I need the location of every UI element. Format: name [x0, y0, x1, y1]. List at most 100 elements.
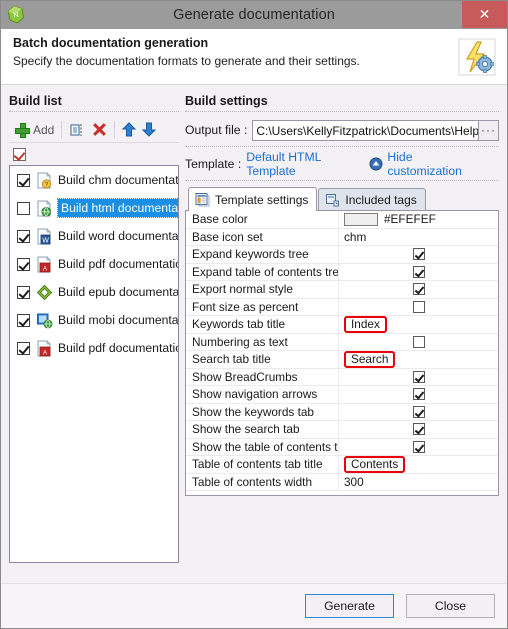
move-up-button[interactable]	[119, 119, 139, 141]
grid-row-value[interactable]: Contents	[338, 455, 498, 473]
grid-row-value[interactable]: Search	[338, 350, 498, 368]
grid-row-value[interactable]	[338, 368, 498, 385]
grid-row[interactable]: Table of contents tab title Contents	[186, 455, 498, 474]
grid-row-value[interactable]	[338, 263, 498, 280]
grid-row-value[interactable]	[338, 403, 498, 420]
list-item[interactable]: ? Build chm documentation	[10, 166, 178, 194]
list-item-label: Build chm documentation	[58, 173, 179, 187]
grid-row[interactable]: Numbering as text	[186, 333, 498, 351]
grid-row[interactable]: Base icon set chm	[186, 228, 498, 246]
delete-build-button[interactable]	[88, 119, 110, 141]
grid-row[interactable]: Base color #EFEFEF	[186, 211, 498, 229]
grid-row-value[interactable]: 300	[338, 473, 498, 490]
grid-row[interactable]: Font size as percent	[186, 298, 498, 316]
build-list-panel: Build list Add ? Build chm documentat Bu…	[1, 86, 179, 583]
grid-row-name: Show navigation arrows	[192, 387, 318, 402]
grid-row[interactable]: Export normal style	[186, 281, 498, 299]
close-window-button[interactable]: ✕	[462, 1, 507, 28]
grid-row-value[interactable]: #EFEFEF	[338, 211, 498, 228]
check-all-icon[interactable]	[13, 148, 26, 161]
toolbar-divider	[61, 121, 63, 138]
grid-row[interactable]: Search tab title Search	[186, 350, 498, 369]
grid-checkbox[interactable]	[412, 335, 425, 348]
build-item-checkbox[interactable]	[17, 229, 30, 243]
grid-row-value[interactable]: chm	[338, 228, 498, 245]
build-settings-panel: Build settings Output file : C:\Users\Ke…	[179, 86, 507, 583]
base-color-swatch[interactable]	[344, 212, 378, 226]
grid-row-value[interactable]	[338, 438, 498, 455]
grid-checkbox[interactable]	[412, 405, 425, 418]
grid-row[interactable]: Table of contents width 300	[186, 473, 498, 491]
grid-row-value[interactable]	[338, 246, 498, 263]
svg-text:W: W	[42, 237, 49, 244]
build-list[interactable]: ? Build chm documentation Build html doc…	[9, 165, 179, 563]
grid-checkbox[interactable]	[412, 248, 425, 261]
grid-row-name: Font size as percent	[192, 299, 299, 314]
grid-checkbox[interactable]	[412, 265, 425, 278]
move-down-button[interactable]	[139, 119, 159, 141]
browse-output-file-button[interactable]: ···	[479, 119, 499, 141]
build-item-checkbox[interactable]	[17, 341, 30, 355]
build-item-checkbox[interactable]	[17, 201, 30, 215]
build-item-checkbox[interactable]	[17, 285, 30, 299]
build-list-toolbar: Add	[9, 117, 179, 143]
grid-row-value[interactable]	[338, 421, 498, 438]
grid-checkbox[interactable]	[412, 423, 425, 436]
grid-row-name: Search tab title	[192, 352, 271, 367]
build-list-title: Build list	[9, 94, 179, 112]
list-item-label: Build pdf documentation	[58, 341, 179, 355]
list-item[interactable]: Build mobi documentation	[10, 306, 178, 334]
tab-label: Template settings	[215, 192, 309, 207]
search-tab-title-value[interactable]: Search	[344, 350, 396, 368]
toggle-customization-link[interactable]: Hide customization	[387, 150, 487, 178]
grid-checkbox[interactable]	[412, 300, 425, 313]
list-item[interactable]: A Build pdf documentation	[10, 250, 178, 278]
grid-row-value[interactable]	[338, 281, 498, 298]
build-item-checkbox[interactable]	[17, 313, 30, 327]
template-link[interactable]: Default HTML Template	[246, 150, 369, 178]
list-item[interactable]: W Build word documentation	[10, 222, 178, 250]
divider-2	[185, 180, 499, 181]
grid-row[interactable]: Show BreadCrumbs	[186, 368, 498, 386]
grid-row[interactable]: Keywords tab title Index	[186, 315, 498, 334]
grid-checkbox[interactable]	[412, 440, 425, 453]
grid-row-value[interactable]: Index	[338, 315, 498, 333]
grid-row[interactable]: Show navigation arrows	[186, 386, 498, 404]
grid-checkbox[interactable]	[412, 388, 425, 401]
add-build-button[interactable]: Add	[11, 119, 57, 141]
build-item-checkbox[interactable]	[17, 257, 30, 271]
grid-row-value[interactable]	[338, 333, 498, 350]
grid-row[interactable]: Show the table of contents tab	[186, 438, 498, 456]
grid-row-value[interactable]	[338, 386, 498, 403]
build-item-checkbox[interactable]	[17, 173, 30, 187]
list-item[interactable]: Build epub documentation	[10, 278, 178, 306]
generate-button[interactable]: Generate	[305, 594, 394, 618]
tab-included-tags[interactable]: Included tags	[318, 188, 426, 211]
grid-checkbox[interactable]	[412, 370, 425, 383]
grid-row[interactable]: Expand table of contents tree	[186, 263, 498, 281]
add-build-label: Add	[33, 122, 55, 137]
grid-row-name: Table of contents tab title	[192, 457, 323, 472]
close-button[interactable]: Close	[406, 594, 495, 618]
html-doc-icon	[36, 199, 53, 217]
plus-icon	[14, 122, 30, 138]
keywords-tab-title-value[interactable]: Index	[344, 315, 387, 333]
grid-row[interactable]: Show the search tab	[186, 421, 498, 439]
collapse-up-icon[interactable]	[369, 157, 383, 171]
grid-row[interactable]: Expand keywords tree	[186, 246, 498, 264]
tab-template-settings[interactable]: Template settings	[188, 187, 318, 211]
duplicate-icon	[69, 122, 85, 138]
included-tags-icon	[325, 193, 340, 208]
output-file-input[interactable]: C:\Users\KellyFitzpatrick\Documents\Help…	[252, 119, 479, 141]
list-item[interactable]: Build html documentation	[10, 194, 178, 222]
header-subheading: Specify the documentation formats to gen…	[13, 54, 360, 68]
list-item-label: Build mobi documentation	[58, 313, 179, 327]
grid-row-value[interactable]	[338, 298, 498, 315]
duplicate-build-button[interactable]	[66, 119, 88, 141]
dialog-body: Build list Add ? Build chm documentat Bu…	[1, 86, 507, 583]
template-settings-grid[interactable]: Base color #EFEFEF Base icon set chm Exp…	[185, 210, 499, 496]
list-item[interactable]: A Build pdf documentation	[10, 334, 178, 362]
grid-row[interactable]: Show the keywords tab	[186, 403, 498, 421]
toc-tab-title-value[interactable]: Contents	[344, 455, 406, 473]
grid-checkbox[interactable]	[412, 283, 425, 296]
